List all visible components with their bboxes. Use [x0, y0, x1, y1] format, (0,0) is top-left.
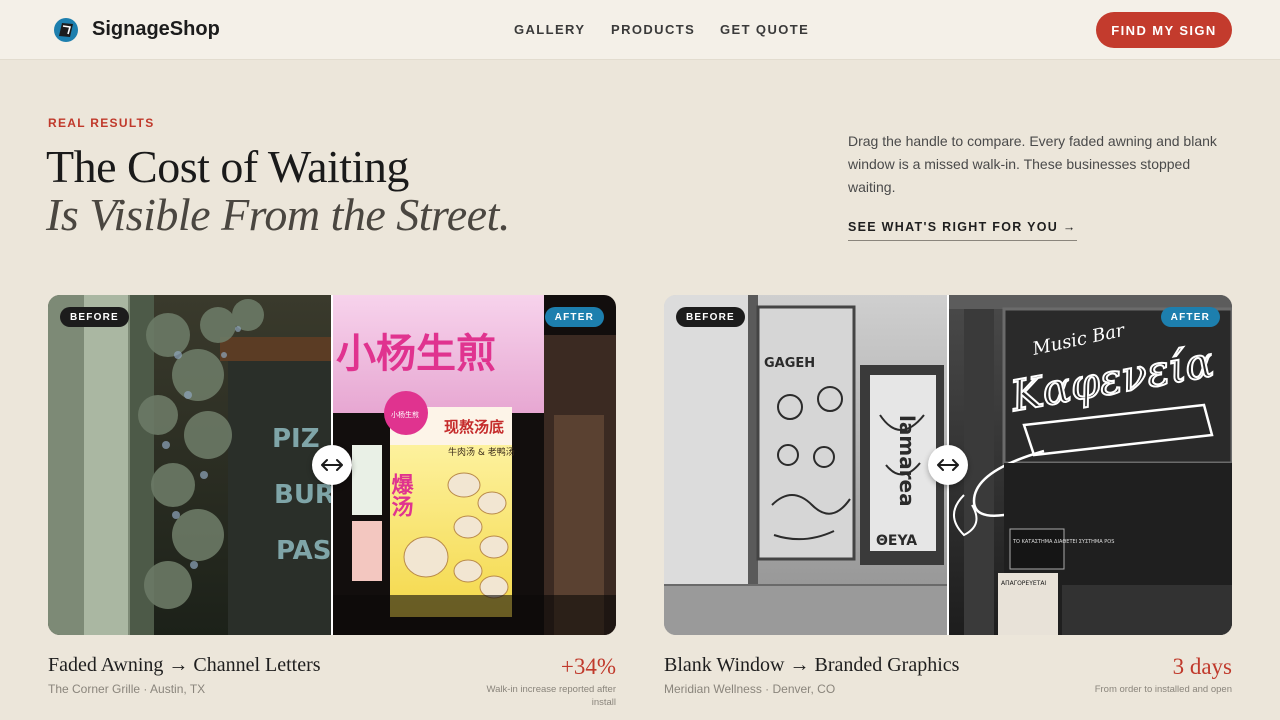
- comparison-subtitle: The Corner Grille · Austin, TX: [48, 682, 206, 696]
- nav-link-gallery[interactable]: GALLERY: [514, 22, 585, 37]
- after-notice-2: ΑΠΑΓΟΡΕΥΕΤΑΙ: [1001, 580, 1046, 587]
- slider-handle[interactable]: [312, 445, 352, 485]
- nav-link-get-quote[interactable]: GET QUOTE: [720, 22, 809, 37]
- after-badge: AFTER: [1160, 307, 1220, 327]
- before-graffiti-3: ΘEYA: [876, 533, 917, 549]
- left-right-arrows-icon: [321, 459, 343, 471]
- before-badge: BEFORE: [676, 307, 745, 327]
- comparison-stat-caption: Walk-in increase reported after install: [486, 684, 616, 708]
- after-notice-1: ΤΟ ΚΑΤΑΣΤΗΜΑ ΔΙΑΘΕΤΕΙ ΣΥΣΤΗΜΑ POS: [1012, 539, 1114, 545]
- comparison-stat: 3 days: [1172, 654, 1232, 679]
- signage-logo-icon[interactable]: [52, 16, 80, 44]
- comparison-stat-caption: From order to installed and open: [1094, 684, 1232, 695]
- nav-link-products[interactable]: PRODUCTS: [611, 22, 695, 37]
- after-menu-sub: 牛肉汤 & 老鸭汤: [448, 446, 515, 458]
- comparison-title: Blank Window → Branded Graphics: [664, 654, 960, 676]
- headline-line-1: The Cost of Waiting: [46, 141, 409, 192]
- intro-paragraph: Drag the handle to compare. Every faded …: [848, 133, 1217, 195]
- comparison-title: Faded Awning → Channel Letters: [48, 654, 321, 676]
- headline-line-2: Is Visible From the Street.: [46, 189, 510, 240]
- after-sign-text: 小杨生煎: [336, 331, 496, 377]
- after-menu-big: 爆汤: [388, 473, 414, 518]
- before-graffiti-1: GAGEH: [764, 356, 815, 371]
- comparison-slider-awning[interactable]: PIZ BUR PAST 小杨生煎 现熬汤底 牛肉汤 & 老鸭汤 爆汤 小杨生煎…: [48, 295, 616, 635]
- before-graffiti-2: lamarea: [895, 415, 919, 507]
- before-badge: BEFORE: [60, 307, 129, 327]
- before-sign-letters-2: BUR: [274, 480, 335, 510]
- after-badge: AFTER: [544, 307, 604, 327]
- top-navigation: SignageShop GALLERY PRODUCTS GET QUOTE F…: [0, 0, 1280, 60]
- left-right-arrows-icon: [937, 459, 959, 471]
- section-eyebrow: REAL RESULTS: [48, 116, 155, 130]
- comparison-subtitle: Meridian Wellness · Denver, CO: [664, 682, 836, 696]
- brand-name[interactable]: SignageShop: [92, 18, 220, 41]
- comparison-stat: +34%: [560, 654, 616, 679]
- slider-handle[interactable]: [928, 445, 968, 485]
- after-menu-header: 现熬汤底: [444, 418, 504, 436]
- before-sign-letters-1: PIZ: [272, 424, 320, 454]
- see-whats-right-link[interactable]: SEE WHAT'S RIGHT FOR YOU →: [848, 220, 1077, 241]
- after-logo-badge-text: 小杨生煎: [391, 410, 419, 419]
- find-my-sign-button[interactable]: FIND MY SIGN: [1096, 12, 1232, 48]
- comparison-slider-window[interactable]: GAGEH lamarea ΘEYA Music Bar Καφενεία ΤΟ…: [664, 295, 1232, 635]
